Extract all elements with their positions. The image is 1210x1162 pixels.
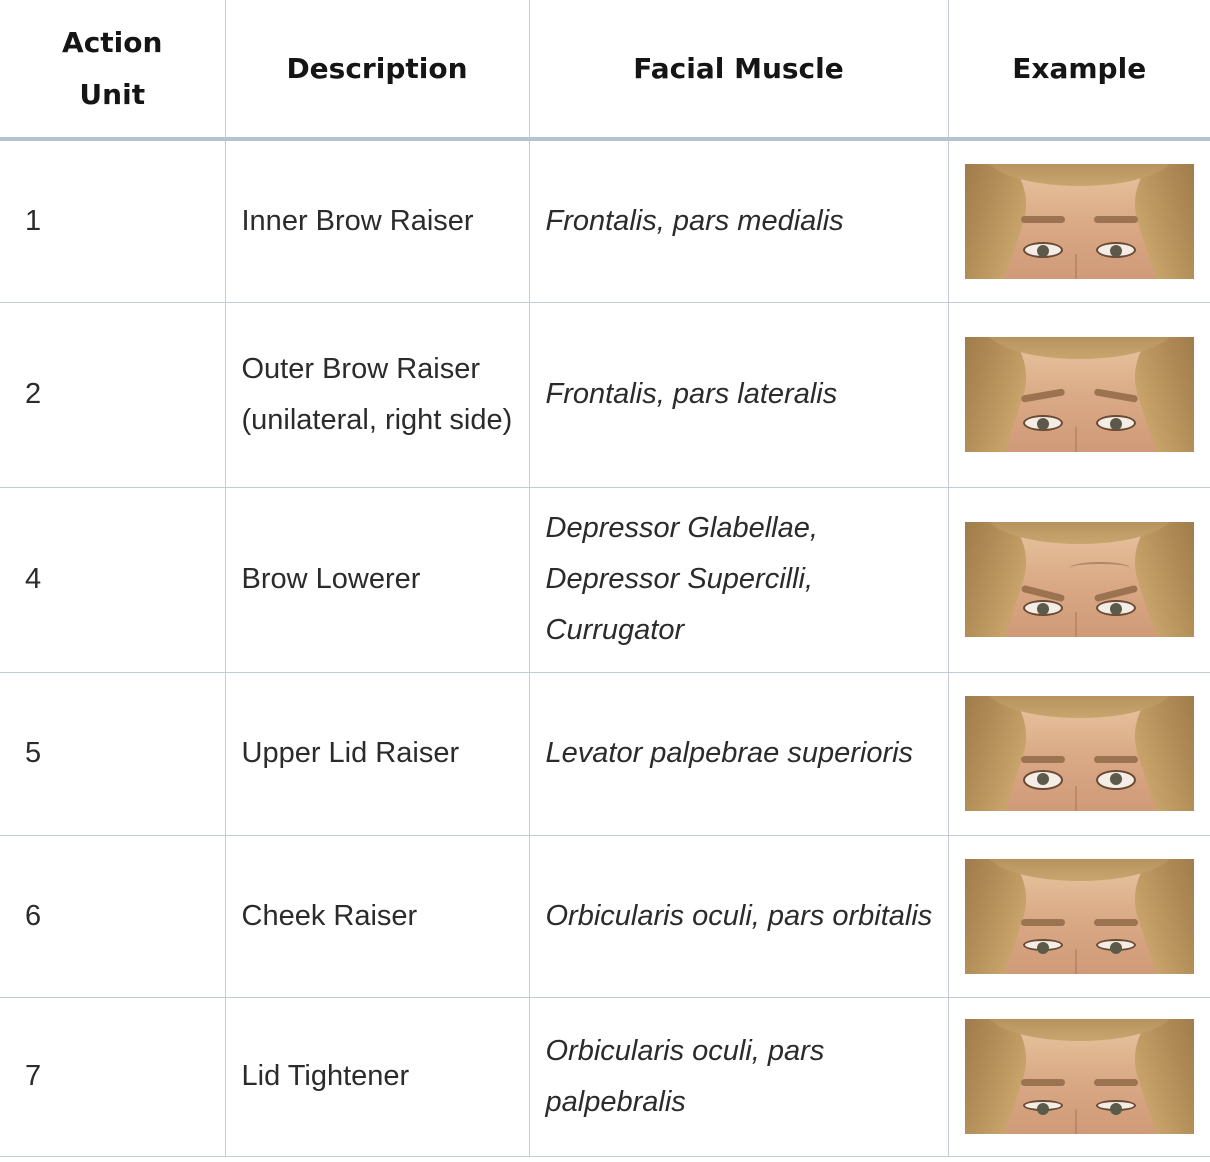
header-action-unit: Action Unit	[0, 0, 226, 141]
cell-action-unit: 6	[0, 834, 226, 998]
cell-example	[947, 301, 1210, 488]
cell-action-unit: 1	[0, 138, 226, 303]
cell-facial-muscle: Frontalis, pars lateralis	[528, 301, 949, 488]
cell-facial-muscle: Orbicularis oculi, pars orbitalis	[528, 834, 949, 998]
table-row: 2 Outer Brow Raiser (unilateral, right s…	[0, 301, 1210, 488]
cell-description: Brow Lowerer	[224, 486, 530, 673]
cell-description: Inner Brow Raiser	[224, 138, 530, 303]
action-unit-table: Action Unit Description Facial Muscle Ex…	[0, 0, 1210, 1157]
table-body: 1 Inner Brow Raiser Frontalis, pars medi…	[0, 138, 1210, 1157]
cell-facial-muscle: Orbicularis oculi, pars palpebralis	[528, 996, 949, 1157]
cell-facial-muscle: Frontalis, pars medialis	[528, 138, 949, 303]
table-row: 1 Inner Brow Raiser Frontalis, pars medi…	[0, 138, 1210, 303]
header-action-unit-line1: Action	[62, 25, 163, 59]
header-description: Description	[224, 0, 530, 141]
cell-example	[947, 138, 1210, 303]
example-face-image	[964, 337, 1194, 452]
header-action-unit-line2: Unit	[79, 77, 146, 111]
table-row: 7 Lid Tightener Orbicularis oculi, pars …	[0, 996, 1210, 1157]
cell-description: Upper Lid Raiser	[224, 671, 530, 836]
cell-facial-muscle: Levator palpebrae superioris	[528, 671, 949, 836]
cell-action-unit: 4	[0, 486, 226, 673]
example-face-image	[964, 858, 1194, 974]
cell-action-unit: 7	[0, 996, 226, 1157]
table-row: 6 Cheek Raiser Orbicularis oculi, pars o…	[0, 834, 1210, 998]
example-face-image	[964, 696, 1194, 811]
cell-facial-muscle: Depressor Glabellae, Depressor Supercill…	[528, 486, 949, 673]
cell-action-unit: 5	[0, 671, 226, 836]
cell-example	[947, 486, 1210, 673]
cell-description: Outer Brow Raiser (unilateral, right sid…	[224, 301, 530, 488]
cell-action-unit: 2	[0, 301, 226, 488]
example-face-image	[964, 1019, 1194, 1134]
table-header: Action Unit Description Facial Muscle Ex…	[0, 0, 1210, 141]
cell-description: Lid Tightener	[224, 996, 530, 1157]
header-example: Example	[947, 0, 1210, 141]
table-row: 4 Brow Lowerer Depressor Glabellae, Depr…	[0, 486, 1210, 673]
header-facial-muscle: Facial Muscle	[528, 0, 949, 141]
example-face-image	[964, 522, 1194, 637]
cell-example	[947, 834, 1210, 998]
cell-example	[947, 996, 1210, 1157]
example-face-image	[964, 163, 1194, 279]
table-row: 5 Upper Lid Raiser Levator palpebrae sup…	[0, 671, 1210, 836]
cell-example	[947, 671, 1210, 836]
cell-description: Cheek Raiser	[224, 834, 530, 998]
header-row: Action Unit Description Facial Muscle Ex…	[0, 0, 1210, 141]
